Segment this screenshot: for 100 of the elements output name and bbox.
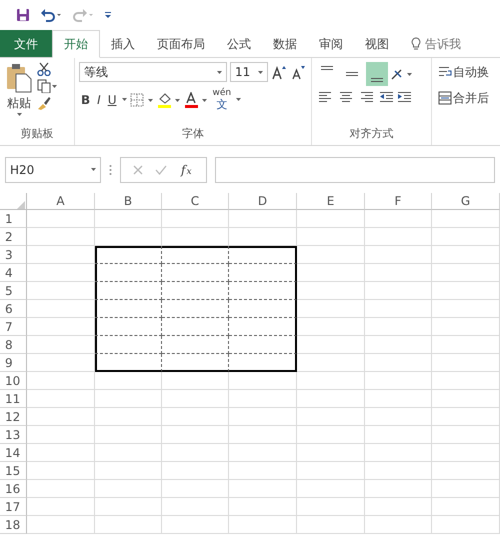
align-center-icon	[339, 90, 353, 104]
decrease-indent-icon[interactable]	[379, 90, 394, 104]
grid-cell[interactable]	[229, 354, 297, 372]
more-options-icon[interactable]	[109, 164, 112, 176]
ribbon-tab[interactable]: 视图	[354, 30, 400, 57]
paintbrush-icon[interactable]	[37, 96, 51, 110]
grid-cell[interactable]	[162, 318, 229, 336]
ribbon-tab[interactable]: 文件	[0, 30, 52, 57]
grid-cell[interactable]	[95, 300, 162, 318]
bold-button[interactable]: B	[79, 90, 92, 110]
italic-button[interactable]: I	[95, 90, 103, 110]
caret-icon[interactable]	[122, 98, 126, 101]
font-color-icon[interactable]	[184, 92, 208, 108]
row-header[interactable]: 1	[0, 210, 27, 228]
name-box[interactable]: H20	[5, 156, 101, 182]
formula-input[interactable]	[214, 156, 495, 182]
orientation-icon[interactable]	[391, 67, 413, 81]
ribbon-tab[interactable]: 数据	[262, 30, 308, 57]
scissors-icon[interactable]	[37, 62, 51, 76]
font-size-dropdown[interactable]: 11	[230, 62, 268, 82]
dropdown-icon[interactable]	[104, 10, 112, 20]
wrap-text-icon	[438, 65, 452, 79]
grid-cell[interactable]	[229, 336, 297, 354]
font-name-dropdown[interactable]: 等线	[79, 62, 227, 82]
copy-icon[interactable]	[37, 79, 57, 93]
caret-icon	[91, 168, 96, 171]
grid-cell[interactable]	[95, 264, 162, 282]
row-header[interactable]: 2	[0, 228, 27, 246]
caret-icon	[16, 113, 22, 116]
grid-cell[interactable]	[229, 246, 297, 264]
grid-cell[interactable]	[229, 282, 297, 300]
insert-function-button[interactable]: f$_{x}$	[179, 160, 194, 180]
row-header[interactable]: 11	[0, 390, 27, 408]
group-label: 对齐方式	[350, 126, 394, 140]
row-header[interactable]: 5	[0, 282, 27, 300]
column-header[interactable]: D	[229, 193, 297, 210]
increase-indent-icon[interactable]	[397, 90, 412, 104]
tell-me-search[interactable]: 告诉我	[400, 30, 472, 57]
undo-icon[interactable]	[40, 8, 62, 22]
decrease-font-icon[interactable]	[290, 64, 306, 80]
grid-cell[interactable]	[95, 318, 162, 336]
column-header[interactable]: E	[297, 193, 365, 210]
grid-cell[interactable]	[162, 336, 229, 354]
grid-cell[interactable]	[162, 264, 229, 282]
center-align-button[interactable]	[337, 89, 355, 105]
paste-button[interactable]: 粘贴	[4, 62, 34, 117]
column-header[interactable]: B	[95, 193, 162, 210]
save-icon[interactable]	[16, 8, 30, 22]
row-header[interactable]: 12	[0, 408, 27, 426]
column-header[interactable]: F	[365, 193, 432, 210]
wrap-text-button[interactable]: 自动换	[436, 62, 496, 82]
row-header[interactable]: 4	[0, 264, 27, 282]
grid-cell[interactable]	[95, 354, 162, 372]
caret-icon[interactable]	[236, 98, 242, 101]
row-header[interactable]: 6	[0, 300, 27, 318]
ribbon-tab[interactable]: 插入	[100, 30, 146, 57]
underline-button[interactable]: U	[106, 90, 118, 110]
row-header[interactable]: 8	[0, 336, 27, 354]
ribbon-tab[interactable]: 公式	[216, 30, 262, 57]
left-align-button[interactable]	[316, 89, 334, 105]
row-header[interactable]: 7	[0, 318, 27, 336]
row-header[interactable]: 18	[0, 516, 27, 534]
grid-cell[interactable]	[162, 282, 229, 300]
grid-cell[interactable]	[229, 264, 297, 282]
cancel-icon[interactable]	[133, 164, 143, 174]
grid-cell[interactable]	[95, 282, 162, 300]
bottom-align-button[interactable]	[366, 62, 388, 86]
group-label: 剪贴板	[20, 126, 54, 140]
grid-cell[interactable]	[162, 300, 229, 318]
row-header[interactable]: 15	[0, 462, 27, 480]
row-header[interactable]: 9	[0, 354, 27, 372]
row-header[interactable]: 17	[0, 498, 27, 516]
grid-cell[interactable]	[95, 336, 162, 354]
phonetic-button[interactable]: wén 文	[210, 88, 234, 111]
lightbulb-icon	[411, 36, 421, 50]
ribbon-tab[interactable]: 页面布局	[146, 30, 216, 57]
merge-center-button[interactable]: 合并后	[436, 88, 496, 108]
column-header[interactable]: G	[432, 193, 500, 210]
row-header[interactable]: 14	[0, 444, 27, 462]
ribbon-tab[interactable]: 审阅	[308, 30, 354, 57]
grid-cell[interactable]	[229, 300, 297, 318]
select-all-icon[interactable]	[16, 200, 24, 209]
column-header[interactable]: A	[27, 193, 95, 210]
right-align-button[interactable]	[358, 89, 376, 105]
grid-cell[interactable]	[162, 354, 229, 372]
row-header[interactable]: 10	[0, 372, 27, 390]
row-header[interactable]: 13	[0, 426, 27, 444]
grid-cell[interactable]	[229, 318, 297, 336]
merge-cells-icon	[438, 91, 452, 105]
grid-cell[interactable]	[162, 246, 229, 264]
caret-icon	[258, 70, 263, 74]
row-header[interactable]: 16	[0, 480, 27, 498]
column-header[interactable]: C	[162, 193, 229, 210]
checkmark-icon[interactable]	[155, 164, 167, 174]
borders-icon[interactable]	[130, 92, 154, 106]
ribbon-tab[interactable]: 开始	[52, 30, 100, 58]
grid-cell[interactable]	[95, 246, 162, 264]
row-header[interactable]: 3	[0, 246, 27, 264]
fill-color-icon[interactable]	[156, 92, 180, 108]
increase-font-icon[interactable]	[271, 64, 287, 80]
